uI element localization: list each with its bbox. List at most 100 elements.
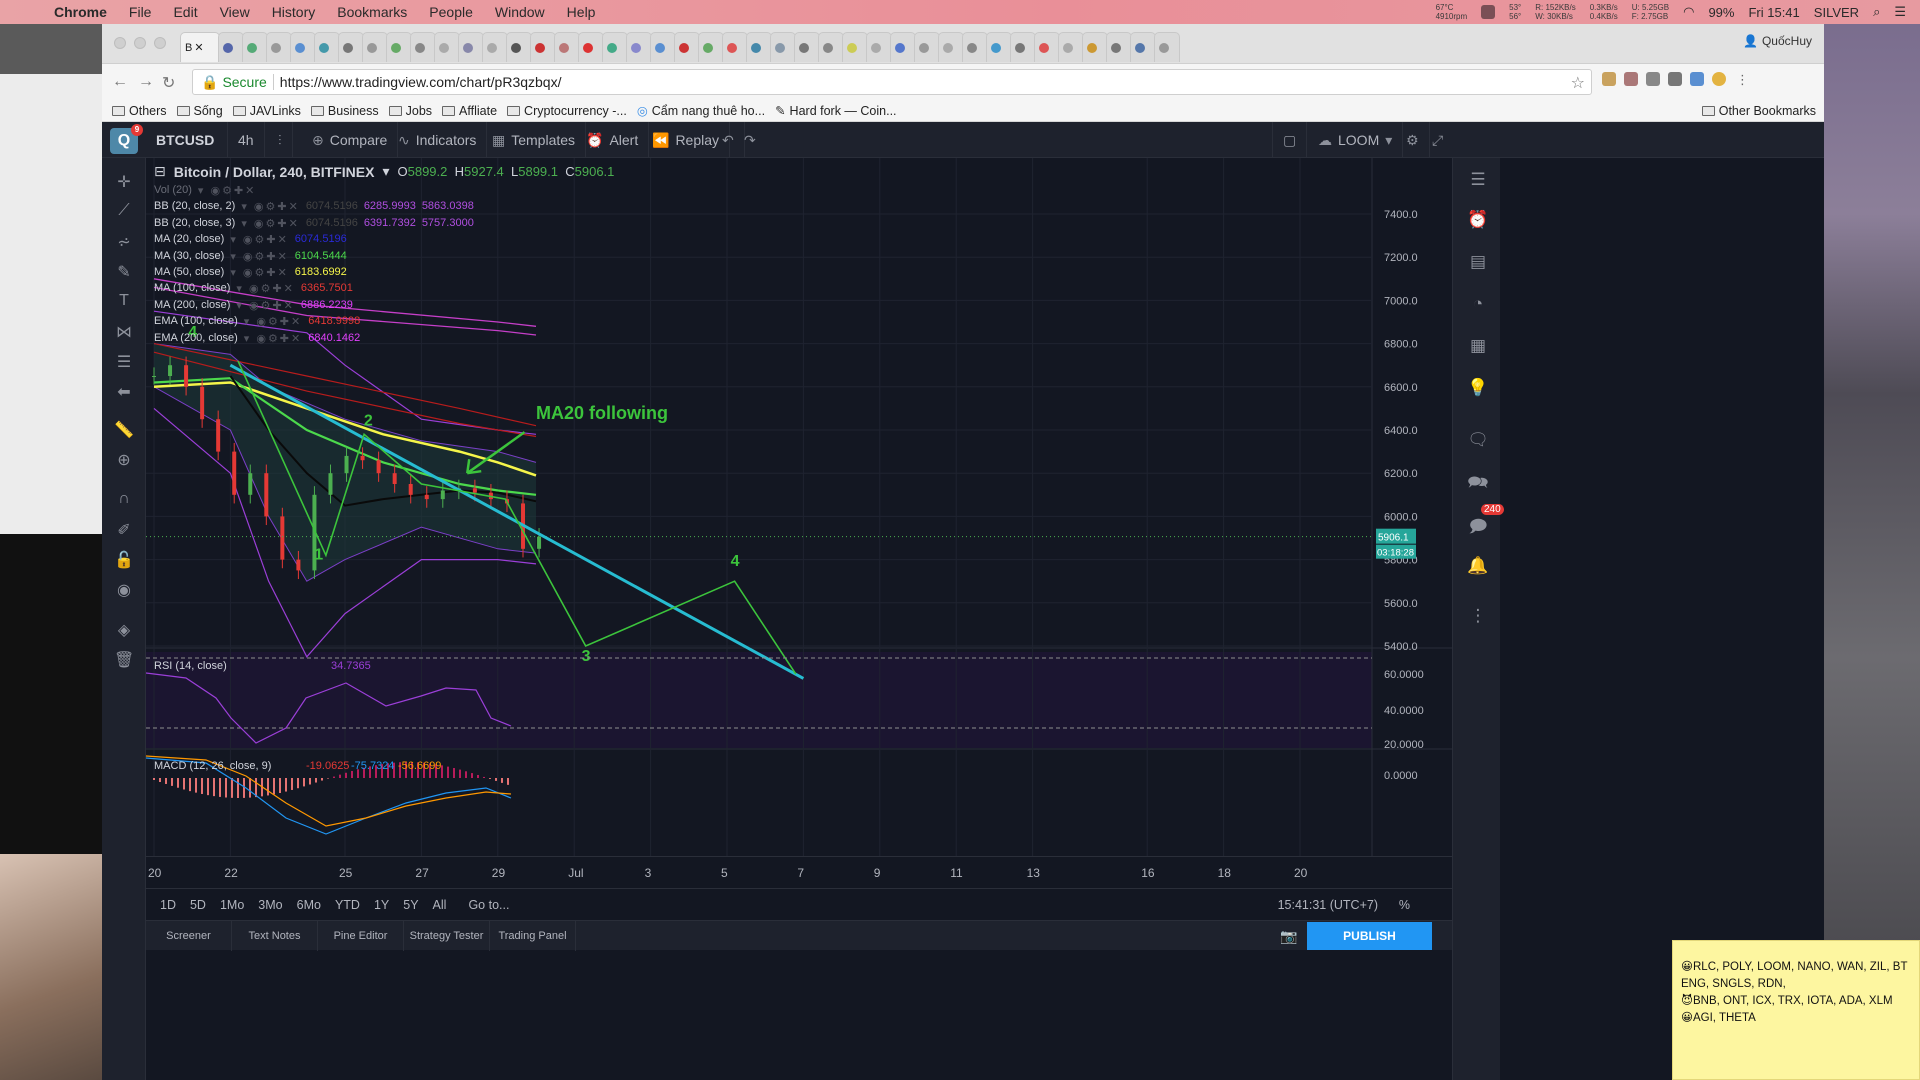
user-name[interactable]: SILVER — [1814, 5, 1859, 20]
bookmark-item[interactable]: ✎ Hard fork — Coin... — [775, 103, 896, 119]
tab[interactable] — [554, 32, 580, 62]
tab[interactable] — [914, 32, 940, 62]
tab[interactable] — [506, 32, 532, 62]
extension-icon[interactable] — [1668, 72, 1682, 86]
indicator-controls[interactable]: ▾ ◉⚙✚✕ — [241, 217, 299, 230]
notification-center-icon[interactable]: ☰ — [1894, 4, 1906, 20]
indicator-controls[interactable]: ▾ ◉⚙✚✕ — [230, 233, 288, 246]
tab[interactable] — [770, 32, 796, 62]
menu-edit[interactable]: Edit — [173, 4, 197, 20]
tab[interactable] — [434, 32, 460, 62]
calendar-icon[interactable]: ▦ — [1467, 336, 1489, 358]
tab[interactable] — [722, 32, 748, 62]
bookmark-item[interactable]: JAVLinks — [232, 104, 301, 118]
tab[interactable] — [242, 32, 268, 62]
network-readout[interactable]: R: 152KB/s W: 30KB/s — [1535, 3, 1575, 21]
indicator-controls[interactable]: ▾ ◉⚙✚✕ — [244, 332, 302, 345]
tab[interactable] — [986, 32, 1012, 62]
fib-icon[interactable]: ⩫ — [114, 232, 134, 252]
spotlight-icon[interactable]: ⌕ — [1873, 4, 1880, 20]
chart-style-button[interactable]: ⫶ — [268, 122, 293, 158]
range-button[interactable]: YTD — [335, 898, 360, 912]
url-text[interactable]: https://www.tradingview.com/chart/pR3qzb… — [280, 74, 562, 90]
tab[interactable] — [890, 32, 916, 62]
tab[interactable] — [458, 32, 484, 62]
indicator-row[interactable]: MA (20, close) ▾ ◉⚙✚✕ 6074.5196 — [154, 233, 347, 246]
zoom-window-button[interactable] — [154, 37, 166, 49]
chat-icon[interactable]: 🗪 — [1467, 470, 1489, 492]
indicator-controls[interactable]: ▾ ◉⚙✚✕ — [236, 299, 294, 312]
bookmark-item[interactable]: Jobs — [388, 104, 432, 118]
close-window-button[interactable] — [114, 37, 126, 49]
brush-icon[interactable]: ✎ — [114, 262, 134, 282]
tab[interactable] — [818, 32, 844, 62]
bottom-tab[interactable]: Trading Panel — [490, 920, 576, 951]
text-icon[interactable]: T — [114, 292, 134, 312]
bottom-tab[interactable]: Pine Editor — [318, 920, 404, 951]
time-axis[interactable]: 20 22 25 27 29 Jul 3 5 7 9 11 13 16 18 20 — [146, 856, 1452, 888]
tradingview-logo[interactable]: Q9 — [110, 124, 143, 154]
bottom-tab[interactable]: Strategy Tester — [404, 920, 490, 951]
extension-icon[interactable] — [1690, 72, 1704, 86]
sensor-readout[interactable]: 53° 56° — [1509, 3, 1521, 21]
chart-area[interactable]: 7400.0 7200.0 7000.0 6800.0 6600.0 6400.0 6200… — [146, 158, 1452, 858]
indicator-row[interactable]: MA (200, close) ▾ ◉⚙✚✕ 6886.2239 — [154, 299, 353, 312]
back-icon[interactable]: ← — [112, 73, 128, 91]
tab[interactable] — [962, 32, 988, 62]
order-panel-icon[interactable]: ⋮ — [1467, 606, 1489, 628]
range-button[interactable]: 3Mo — [258, 898, 282, 912]
range-button[interactable]: Go to... — [468, 898, 509, 912]
menu-window[interactable]: Window — [495, 4, 545, 20]
tab[interactable] — [794, 32, 820, 62]
tab[interactable] — [674, 32, 700, 62]
ruler-icon[interactable]: 📏 — [114, 420, 134, 440]
disk-readout[interactable]: 0.3KB/s 0.4KB/s — [1590, 3, 1618, 21]
range-button[interactable]: 1Y — [374, 898, 389, 912]
profile-button[interactable]: 👤 QuốcHuy — [1743, 34, 1812, 48]
bookmark-item[interactable]: Sống — [176, 104, 223, 118]
indicator-controls[interactable]: ▾ ◉⚙✚✕ — [241, 200, 299, 213]
wifi-icon[interactable]: ◠ — [1683, 4, 1694, 20]
tab[interactable] — [650, 32, 676, 62]
tab[interactable] — [698, 32, 724, 62]
cpu-temp-readout[interactable]: 67°C 4910rpm — [1436, 3, 1468, 21]
menu-history[interactable]: History — [272, 4, 316, 20]
tab[interactable] — [1058, 32, 1084, 62]
pattern-icon[interactable]: ⋈ — [114, 322, 134, 342]
bottom-tab[interactable]: Screener — [146, 920, 232, 951]
indicator-controls[interactable]: ▾ ◉⚙✚✕ — [236, 282, 294, 295]
range-button[interactable]: 5D — [190, 898, 206, 912]
bookmark-item[interactable]: Business — [310, 104, 379, 118]
tab[interactable] — [746, 32, 772, 62]
prediction-icon[interactable]: ☰ — [114, 352, 134, 372]
trend-line-icon[interactable]: ⟋ — [114, 202, 134, 222]
clock[interactable]: Fri 15:41 — [1748, 5, 1799, 20]
utc-clock[interactable]: 15:41:31 (UTC+7) — [1278, 898, 1378, 912]
hotlist-icon[interactable]: ◔ — [1467, 294, 1489, 316]
indicator-row[interactable]: Vol (20) ▾ ◉⚙✚✕ — [154, 184, 256, 197]
tab[interactable] — [290, 32, 316, 62]
templates-button[interactable]: ▦ Templates — [482, 122, 587, 158]
bell-icon[interactable]: 🔔 — [1467, 556, 1489, 578]
memory-readout[interactable]: U: 5.25GB F: 2.75GB — [1632, 3, 1669, 21]
bottom-tab[interactable]: Text Notes — [232, 920, 318, 951]
tab[interactable] — [1082, 32, 1108, 62]
minimize-window-button[interactable] — [134, 37, 146, 49]
other-bookmarks[interactable]: Other Bookmarks — [1701, 104, 1816, 118]
watchlist-icon[interactable]: ☰ — [1467, 170, 1489, 192]
tab[interactable] — [1154, 32, 1180, 62]
indicator-controls[interactable]: ▾ ◉⚙✚✕ — [230, 250, 288, 263]
reload-icon[interactable]: ↻ — [162, 73, 175, 93]
tab[interactable] — [482, 32, 508, 62]
chart-title[interactable]: Bitcoin / Dollar, 240, BITFINEX — [174, 164, 375, 180]
tab[interactable] — [1106, 32, 1132, 62]
range-button[interactable]: 1D — [160, 898, 176, 912]
tab[interactable] — [218, 32, 244, 62]
tab[interactable] — [266, 32, 292, 62]
extension-icon[interactable] — [1712, 72, 1726, 86]
tab[interactable] — [1130, 32, 1156, 62]
secure-badge[interactable]: 🔒 Secure — [201, 74, 267, 91]
chevron-down-icon[interactable]: ▾ — [382, 163, 389, 180]
fullscreen-button[interactable]: ⤢ — [1422, 122, 1453, 158]
tab-active[interactable]: B ✕ — [180, 32, 220, 62]
